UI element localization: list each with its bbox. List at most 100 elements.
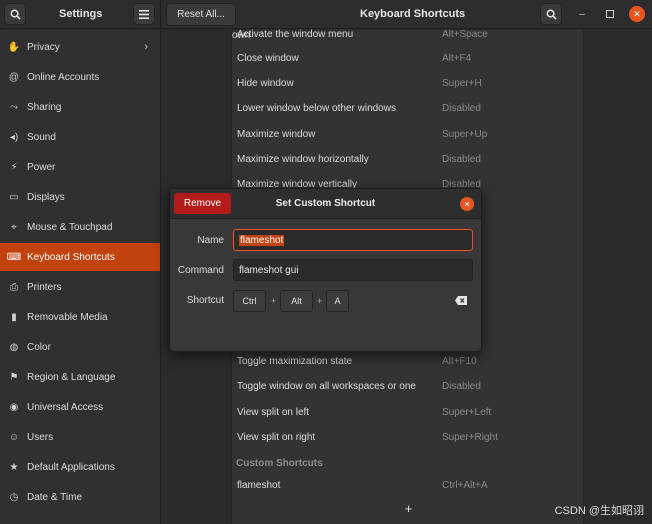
shortcut-row[interactable]: Toggle maximization state Alt+F10 <box>232 349 585 374</box>
shortcut-row[interactable]: Lower window below other windows Disabled <box>232 96 585 121</box>
menu-button[interactable] <box>133 3 155 25</box>
sidebar-item-label: Power <box>27 161 56 173</box>
key-alt[interactable]: Alt <box>280 290 313 312</box>
minimize-button[interactable]: – <box>574 6 590 22</box>
shortcut-row[interactable]: Maximize window horizontally Disabled <box>232 147 585 172</box>
set-custom-shortcut-dialog: Remove Set Custom Shortcut ✕ Name flames… <box>169 188 482 352</box>
shortcut-row[interactable]: Activate the window menu Alt+Space <box>232 22 585 47</box>
dialog-close-button[interactable]: ✕ <box>460 197 474 211</box>
power-icon: ⚡ <box>10 161 18 173</box>
sidebar-item-label: Date & Time <box>27 491 83 503</box>
shortcut-row[interactable]: Maximize window Super+Up <box>232 122 585 147</box>
maximize-icon <box>606 10 614 18</box>
sidebar-item-mouse-touchpad[interactable]: ⌖ Mouse & Touchpad <box>0 213 160 241</box>
sidebar-item-sharing[interactable]: ⤳ Sharing <box>0 93 160 121</box>
backspace-icon <box>455 296 467 305</box>
sidebar-item-removable-media[interactable]: ▮ Removable Media <box>0 303 160 331</box>
sidebar-item-label: Default Applications <box>27 461 115 473</box>
name-label: Name <box>197 235 224 246</box>
custom-shortcuts-heading: Custom Shortcuts <box>236 458 323 469</box>
sidebar-item-label: Keyboard Shortcuts <box>27 251 115 263</box>
usb-icon: ▮ <box>11 311 17 323</box>
sidebar-item-label: Users <box>27 431 54 443</box>
shortcut-accelerator: Disabled <box>442 103 481 114</box>
shortcut-name: Activate the window menu <box>237 29 354 40</box>
sidebar-item-online-accounts[interactable]: @ Online Accounts <box>0 63 160 91</box>
sidebar-item-label: Color <box>27 341 51 353</box>
shortcut-name: flameshot <box>237 480 281 491</box>
sidebar-item-displays[interactable]: ▭ Displays <box>0 183 160 211</box>
sidebar-item-label: Sound <box>27 131 56 143</box>
printer-icon: ⎙ <box>10 281 18 293</box>
hand-icon: ✋ <box>7 41 21 53</box>
name-field[interactable]: flameshot <box>233 229 473 251</box>
sidebar-item-label: Removable Media <box>27 311 108 323</box>
shortcut-name: Maximize window <box>237 129 316 140</box>
monitor-icon: ▭ <box>9 191 19 203</box>
shortcut-row[interactable]: View split on left Super+Left <box>232 400 585 425</box>
share-icon: ⤳ <box>10 101 18 113</box>
sidebar-item-label: Region & Language <box>27 371 116 383</box>
sidebar-item-keyboard-shortcuts[interactable]: ⌨ Keyboard Shortcuts <box>0 243 160 271</box>
shortcut-accelerator: Super+Up <box>442 129 488 140</box>
settings-title: Settings <box>59 8 103 20</box>
command-label: Command <box>177 265 224 276</box>
at-icon: @ <box>8 71 20 83</box>
sidebar-item-label: Printers <box>27 281 62 293</box>
minimize-icon: – <box>579 8 585 20</box>
sidebar-item-label: Sharing <box>27 101 62 113</box>
sidebar-header: Settings <box>0 0 161 29</box>
sidebar-item-color[interactable]: ◍ Color <box>0 333 160 361</box>
close-icon: ✕ <box>633 8 641 19</box>
shortcut-row[interactable]: Toggle window on all workspaces or one Di… <box>232 374 585 399</box>
key-a[interactable]: A <box>326 290 349 312</box>
reset-all-button[interactable]: Reset All... <box>166 3 236 26</box>
clear-shortcut-button[interactable] <box>455 296 469 306</box>
speaker-icon: ◂) <box>9 131 19 143</box>
shortcut-name: Hide window <box>237 78 294 89</box>
key-ctrl[interactable]: Ctrl <box>233 290 266 312</box>
sidebar-item-universal-access[interactable]: ◉ Universal Access <box>0 393 160 421</box>
sidebar-item-sound[interactable]: ◂) Sound <box>0 123 160 151</box>
shortcut-accelerator: Super+Right <box>442 432 498 443</box>
search-icon <box>10 9 21 20</box>
search-button[interactable] <box>4 3 26 25</box>
sidebar-item-privacy[interactable]: ✋ Privacy › <box>0 33 160 61</box>
shortcut-name: View split on right <box>237 432 316 443</box>
sidebar-item-default-applications[interactable]: ★ Default Applications <box>0 453 160 481</box>
close-window-button[interactable]: ✕ <box>629 6 645 22</box>
shortcut-row[interactable]: View split on right Super+Right <box>232 425 585 450</box>
sidebar-item-label: Online Accounts <box>27 71 100 83</box>
sidebar-item-region-language[interactable]: ⚑ Region & Language <box>0 363 160 391</box>
sidebar-item-users[interactable]: ☺ Users <box>0 423 160 451</box>
shortcut-accelerator: Super+H <box>442 78 482 89</box>
name-field-value: flameshot <box>239 235 285 246</box>
watermark: CSDN @生如昭诩 <box>554 505 644 517</box>
sidebar-item-label: Mouse & Touchpad <box>27 221 113 233</box>
shortcut-name: Lower window below other windows <box>237 103 396 114</box>
shortcut-name: Maximize window horizontally <box>237 154 369 165</box>
shortcut-accelerator: Alt+F4 <box>442 53 472 64</box>
add-shortcut-button[interactable]: + <box>232 501 585 516</box>
star-icon: ★ <box>9 461 19 473</box>
shortcut-accelerator: Ctrl+Alt+A <box>442 480 488 491</box>
custom-shortcut-row[interactable]: flameshot Ctrl+Alt+A <box>232 473 585 498</box>
shortcut-name: Close window <box>237 53 299 64</box>
maximize-button[interactable] <box>602 6 618 22</box>
command-field-value: flameshot gui <box>239 265 299 276</box>
command-field[interactable]: flameshot gui <box>233 259 473 281</box>
sidebar-item-power[interactable]: ⚡ Power <box>0 153 160 181</box>
sidebar-item-date-time[interactable]: ◷ Date & Time <box>0 483 160 511</box>
shortcut-row[interactable]: Close window Alt+F4 <box>232 46 585 71</box>
page-title: Keyboard Shortcuts <box>360 8 466 20</box>
keyboard-icon: ⌨ <box>6 251 22 263</box>
shortcut-label: Shortcut <box>186 295 224 306</box>
mouse-icon: ⌖ <box>11 221 17 233</box>
shortcut-accelerator: Super+Left <box>442 407 492 418</box>
chevron-right-icon: › <box>144 41 148 53</box>
users-icon: ☺ <box>8 431 20 443</box>
shortcut-accelerator: Alt+Space <box>442 29 488 40</box>
sidebar-item-printers[interactable]: ⎙ Printers <box>0 273 160 301</box>
shortcut-row[interactable]: Hide window Super+H <box>232 71 585 96</box>
sidebar-item-label: Displays <box>27 191 65 203</box>
